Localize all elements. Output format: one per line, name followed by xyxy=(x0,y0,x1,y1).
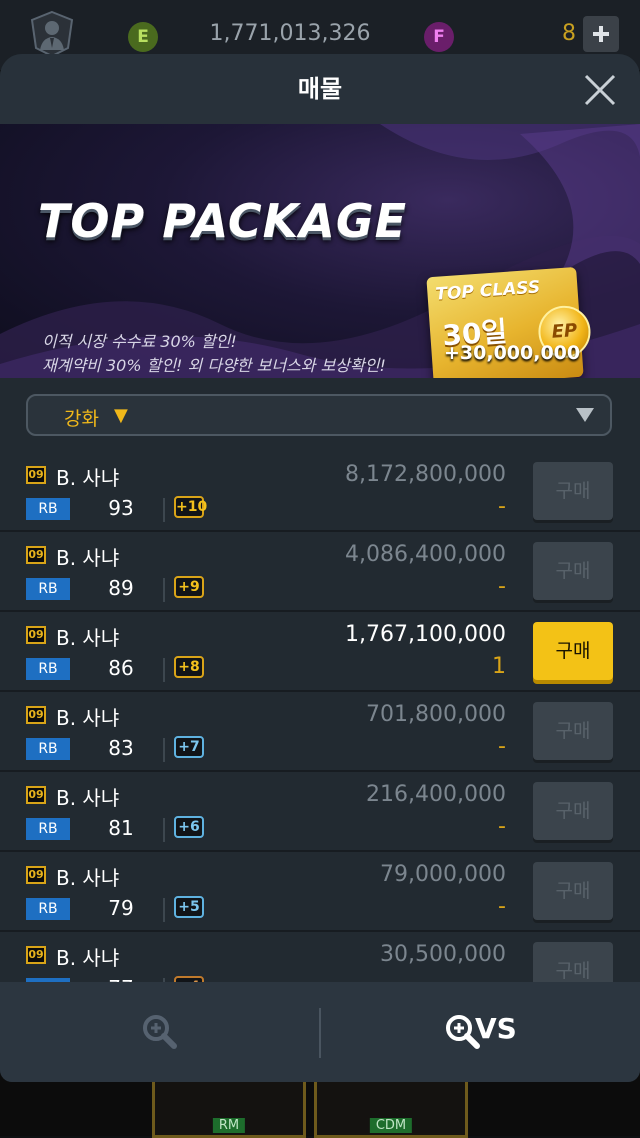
season-badge: 09 xyxy=(26,466,46,484)
buy-button[interactable]: 구매 xyxy=(533,702,613,760)
buy-button[interactable]: 구매 xyxy=(533,942,613,982)
formation-slot-rm[interactable]: RM xyxy=(152,1078,306,1138)
card-top-label: TOP CLASS xyxy=(434,277,541,305)
buy-button[interactable]: 구매 xyxy=(533,622,613,680)
position-badge: RB xyxy=(26,498,70,520)
player-ovr: 86 xyxy=(108,656,134,680)
enhance-filter-dropdown[interactable]: 강화 ▼ xyxy=(26,394,612,436)
slot-position-label: RM xyxy=(212,1118,246,1133)
filter-label: 강화 xyxy=(64,408,99,430)
add-currency-button[interactable] xyxy=(583,16,619,52)
player-ovr: 83 xyxy=(108,736,134,760)
row-divider xyxy=(163,898,165,922)
listing-quantity: - xyxy=(498,894,506,919)
upgrade-level-badge: +8 xyxy=(174,656,204,678)
search-button[interactable] xyxy=(0,982,319,1082)
banner-description-line2: 재계약비 30% 할인! 외 다양한 보너스와 보상확인! xyxy=(42,356,386,375)
player-name: B. 사냐 xyxy=(56,946,120,970)
listing-quantity: - xyxy=(498,574,506,599)
banner-description-line1: 이적 시장 수수료 30% 할인! xyxy=(42,332,237,351)
season-badge: 09 xyxy=(26,706,46,724)
player-ovr: 81 xyxy=(108,816,134,840)
buy-button[interactable]: 구매 xyxy=(533,462,613,520)
chevron-down-icon xyxy=(576,408,594,422)
buy-button[interactable]: 구매 xyxy=(533,542,613,600)
season-badge: 09 xyxy=(26,626,46,644)
player-name: B. 사냐 xyxy=(56,786,120,810)
listing-row[interactable]: 09 B. 사냐 RB 93 +10 8,172,800,000 - 구매 xyxy=(0,452,640,532)
listing-quantity: - xyxy=(498,494,506,519)
listing-price: 4,086,400,000 xyxy=(345,542,506,567)
listing-list: 09 B. 사냐 RB 93 +10 8,172,800,000 - 구매 09 B. 사냐 RB 8… xyxy=(0,452,640,982)
season-badge: 09 xyxy=(26,546,46,564)
listing-quantity: 1 xyxy=(492,654,506,679)
row-divider xyxy=(163,578,165,602)
row-divider xyxy=(163,498,165,522)
search-zoom-icon xyxy=(143,1015,177,1049)
listing-row[interactable]: 09 B. 사냐 RB 89 +9 4,086,400,000 - 구매 xyxy=(0,532,640,612)
f-currency-icon: F xyxy=(424,22,454,52)
f-balance: 8 xyxy=(562,21,576,46)
position-badge: RB xyxy=(26,738,70,760)
position-badge: RB xyxy=(26,898,70,920)
listing-price: 30,500,000 xyxy=(380,942,506,967)
banner-title: TOP PACKAGE xyxy=(38,194,408,248)
upgrade-level-badge: +7 xyxy=(174,736,204,758)
listing-row[interactable]: 09 B. 사냐 RB 81 +6 216,400,000 - 구매 xyxy=(0,772,640,852)
top-package-banner[interactable]: TOP PACKAGE 이적 시장 수수료 30% 할인! 재계약비 30% 할… xyxy=(0,124,640,378)
slot-position-label: CDM xyxy=(369,1118,413,1133)
close-icon[interactable] xyxy=(578,68,622,112)
player-ovr: 89 xyxy=(108,576,134,600)
upgrade-level-badge: +6 xyxy=(174,816,204,838)
listing-price: 79,000,000 xyxy=(380,862,506,887)
player-ovr: 93 xyxy=(108,496,134,520)
listing-row[interactable]: 09 B. 사냐 RB 83 +7 701,800,000 - 구매 xyxy=(0,692,640,772)
card-amount-label: +30,000,000 xyxy=(444,342,581,364)
compare-label: VS xyxy=(475,1012,517,1045)
filter-label-arrow: ▼ xyxy=(114,405,128,426)
upgrade-level-badge: +9 xyxy=(174,576,204,598)
listing-row[interactable]: 09B. 사냐RB77+430,500,000-구매 xyxy=(0,932,640,982)
formation-slot-cdm[interactable]: CDM xyxy=(314,1078,468,1138)
buy-button[interactable]: 구매 xyxy=(533,862,613,920)
listing-quantity: - xyxy=(498,974,506,982)
player-name: B. 사냐 xyxy=(56,706,120,730)
listing-price: 216,400,000 xyxy=(366,782,506,807)
listing-quantity: - xyxy=(498,814,506,839)
manager-avatar-icon[interactable] xyxy=(28,10,76,58)
position-badge: RB xyxy=(26,658,70,680)
player-name: B. 사냐 xyxy=(56,866,120,890)
season-badge: 09 xyxy=(26,786,46,804)
player-name: B. 사냐 xyxy=(56,546,120,570)
listing-row[interactable]: 09 B. 사냐 RB 86 +8 1,767,100,000 1 구매 xyxy=(0,612,640,692)
row-divider xyxy=(163,738,165,762)
upgrade-level-badge: +10 xyxy=(174,496,207,518)
player-name: B. 사냐 xyxy=(56,466,120,490)
position-badge: RB xyxy=(26,578,70,600)
e-balance: 1,771,013,326 xyxy=(209,21,371,46)
row-divider xyxy=(163,818,165,842)
compare-button[interactable]: VS xyxy=(321,982,640,1082)
player-name: B. 사냐 xyxy=(56,626,120,650)
bottom-action-bar: VS xyxy=(0,982,640,1082)
season-badge: 09 xyxy=(26,946,46,964)
listing-quantity: - xyxy=(498,734,506,759)
player-ovr: 79 xyxy=(108,896,134,920)
listing-modal: 매물 TOP PACKAGE 이적 시장 수수료 30% 할인! 재계약비 30… xyxy=(0,54,640,1082)
row-divider xyxy=(163,658,165,682)
listing-price: 701,800,000 xyxy=(366,702,506,727)
listing-price: 1,767,100,000 xyxy=(345,622,506,647)
upgrade-level-badge: +5 xyxy=(174,896,204,918)
listing-price: 8,172,800,000 xyxy=(345,462,506,487)
filter-area: 강화 ▼ xyxy=(0,378,640,452)
buy-button[interactable]: 구매 xyxy=(533,782,613,840)
e-currency-icon: E xyxy=(128,22,158,52)
modal-header: 매물 xyxy=(0,54,640,124)
season-badge: 09 xyxy=(26,866,46,884)
modal-title: 매물 xyxy=(297,75,343,103)
position-badge: RB xyxy=(26,818,70,840)
listing-row[interactable]: 09 B. 사냐 RB 79 +5 79,000,000 - 구매 xyxy=(0,852,640,932)
